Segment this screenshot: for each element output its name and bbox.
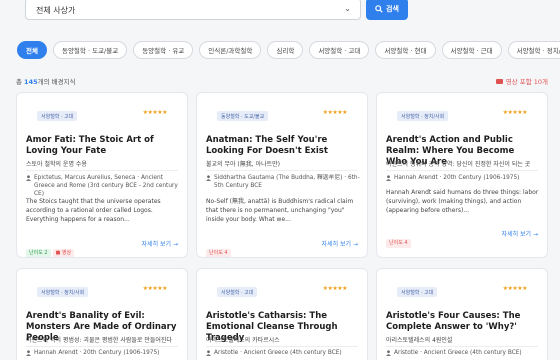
category-filter: 전체 동양철학 · 도교/불교 동양철학 · 유교 인식론/과학철학 심리학 서… — [17, 41, 560, 59]
chip-eastern-confucianism[interactable]: 동양철학 · 유교 — [133, 41, 194, 59]
card-title: Amor Fati: The Stoic Art of Loving Your … — [26, 135, 154, 156]
rating-stars: ★★★★★ — [142, 285, 168, 292]
card-subtitle: 스토아 철학의 운명 수용 — [26, 161, 87, 168]
knowledge-card[interactable]: 서양철학 · 고대 ★★★★★ Aristotle's Four Causes:… — [376, 268, 548, 360]
card-divider — [206, 170, 358, 171]
search-button-label: 검색 — [386, 5, 399, 13]
difficulty-badge: 난이도 4 — [206, 249, 231, 257]
card-author: Epictetus, Marcus Aurelius, Seneca · Anc… — [26, 174, 180, 198]
author-text: Hannah Arendt · 20th Century (1906-1975) — [394, 175, 520, 181]
card-subtitle: 아렌트의 악의 평범성: 괴물은 평범한 사람들로 만들어진다 — [26, 337, 172, 344]
category-tag: 서양철학 · 고대 — [37, 111, 78, 121]
knowledge-card[interactable]: 서양철학 · 정치/사회 ★★★★★ Arendt's Action and P… — [376, 92, 548, 258]
author-text: Hannah Arendt · 20th Century (1906-1975) — [34, 350, 160, 356]
card-author: Aristotle · Ancient Greece (4th century … — [386, 349, 540, 357]
card-author: Hannah Arendt · 20th Century (1906-1975) — [26, 349, 180, 357]
category-tag: 서양철학 · 정치/사회 — [37, 287, 89, 297]
rating-stars: ★★★★★ — [502, 109, 528, 116]
chip-psychology[interactable]: 심리학 — [267, 41, 304, 59]
author-text: Epictetus, Marcus Aurelius, Seneca · Anc… — [34, 175, 178, 197]
card-description: Hannah Arendt said humans do three thing… — [386, 189, 539, 214]
difficulty-badge: 난이도 2 — [26, 249, 51, 257]
details-link[interactable]: 자세히 보기 → — [322, 239, 358, 248]
knowledge-card[interactable]: 서양철학 · 정치/사회 ★★★★★ Arendt's Banality of … — [16, 268, 188, 360]
card-divider — [386, 346, 538, 347]
chip-epistemology[interactable]: 인식론/과학철학 — [199, 41, 262, 59]
author-text: Aristotle · Ancient Greece (4th century … — [394, 350, 522, 356]
knowledge-card[interactable]: 서양철학 · 고대 ★★★★★ Aristotle's Catharsis: T… — [196, 268, 368, 360]
card-author: Hannah Arendt · 20th Century (1906-1975) — [386, 174, 540, 182]
card-divider — [386, 170, 538, 171]
person-icon — [26, 350, 31, 356]
card-author: Siddhartha Gautama (The Buddha, 釋迦牟尼) · … — [206, 174, 360, 190]
count-number: 145 — [24, 78, 38, 86]
person-icon — [26, 175, 31, 181]
chevron-down-icon: ⌄ — [344, 4, 351, 13]
category-tag: 동양철학 · 도교/불교 — [217, 111, 269, 121]
chip-all[interactable]: 전체 — [17, 41, 47, 59]
card-subtitle: 아렌트의 행위와 공적 영역: 당신이 진정한 자신이 되는 곳 — [386, 161, 531, 168]
person-icon — [386, 350, 391, 356]
rating-stars: ★★★★★ — [142, 109, 168, 116]
person-icon — [206, 175, 211, 181]
chip-western-ancient[interactable]: 서양철학 · 고대 — [309, 41, 370, 59]
category-tag: 서양철학 · 정치/사회 — [397, 111, 449, 121]
knowledge-card[interactable]: 동양철학 · 도교/불교 ★★★★★ Anatman: The Self You… — [196, 92, 368, 258]
card-title: Anatman: The Self You're Looking For Doe… — [206, 135, 328, 156]
search-bar: 전체 사상가 ⌄ 검색 — [0, 0, 560, 28]
category-tag: 서양철학 · 고대 — [217, 287, 258, 297]
person-icon — [206, 350, 211, 356]
card-subtitle: 불교의 무아 (無我, 아나트만) — [206, 161, 280, 168]
rating-stars: ★★★★★ — [322, 285, 348, 292]
card-divider — [26, 346, 178, 347]
video-filter-label: 영상 포함 10개 — [505, 78, 548, 86]
author-text: Siddhartha Gautama (The Buddha, 釋迦牟尼) · … — [214, 175, 360, 189]
chip-eastern-taoism-buddhism[interactable]: 동양철학 · 도교/불교 — [52, 41, 128, 59]
card-footer: 난이도 2 ■ 영상 자세히 보기 → — [26, 239, 178, 257]
rating-stars: ★★★★★ — [322, 109, 348, 116]
card-divider — [206, 346, 358, 347]
card-description: The Stoics taught that the universe oper… — [26, 198, 161, 223]
chip-western-contemporary[interactable]: 서양철학 · 현대 — [375, 41, 436, 59]
chip-western-political-social[interactable]: 서양철학 · 정치/사회 — [507, 41, 560, 59]
chip-western-modern[interactable]: 서양철학 · 근대 — [441, 41, 502, 59]
person-icon — [386, 175, 391, 181]
difficulty-badge: 난이도 4 — [386, 239, 411, 248]
rating-stars: ★★★★★ — [502, 285, 528, 292]
thinker-select[interactable]: 전체 사상가 ⌄ — [25, 0, 361, 20]
video-icon — [495, 78, 503, 84]
search-button[interactable]: 검색 — [366, 0, 408, 20]
video-badge-label: 영상 — [61, 250, 72, 256]
count-suffix: 개의 배경지식 — [37, 78, 76, 86]
author-text: Aristotle · Ancient Greece (4th century … — [214, 350, 342, 356]
details-link[interactable]: 자세히 보기 → — [502, 229, 538, 238]
video-filter[interactable]: 영상 포함 10개 — [495, 76, 548, 86]
count-prefix: 총 — [16, 78, 25, 86]
card-footer: 난이도 4 자세히 보기 → — [206, 239, 358, 257]
card-description: No-Self (無我, anattā) is Buddhism's radic… — [206, 198, 354, 223]
card-author: Aristotle · Ancient Greece (4th century … — [206, 349, 360, 357]
card-title: Aristotle's Four Causes: The Complete An… — [386, 311, 521, 332]
search-icon — [375, 5, 383, 13]
knowledge-card[interactable]: 서양철학 · 고대 ★★★★★ Amor Fati: The Stoic Art… — [16, 92, 188, 258]
thinker-select-value: 전체 사상가 — [36, 6, 76, 15]
card-footer: 난이도 4 자세히 보기 → — [386, 229, 538, 248]
card-subtitle: 아리스토텔레스의 4원인설 — [386, 337, 453, 344]
result-count: 총 145개의 배경지식 — [16, 76, 76, 86]
card-divider — [26, 170, 178, 171]
video-badge: ■ 영상 — [52, 249, 75, 257]
category-tag: 서양철학 · 고대 — [397, 287, 438, 297]
card-subtitle: 아리스토텔레스의 카타르시스 — [206, 337, 280, 344]
details-link[interactable]: 자세히 보기 → — [142, 239, 178, 248]
